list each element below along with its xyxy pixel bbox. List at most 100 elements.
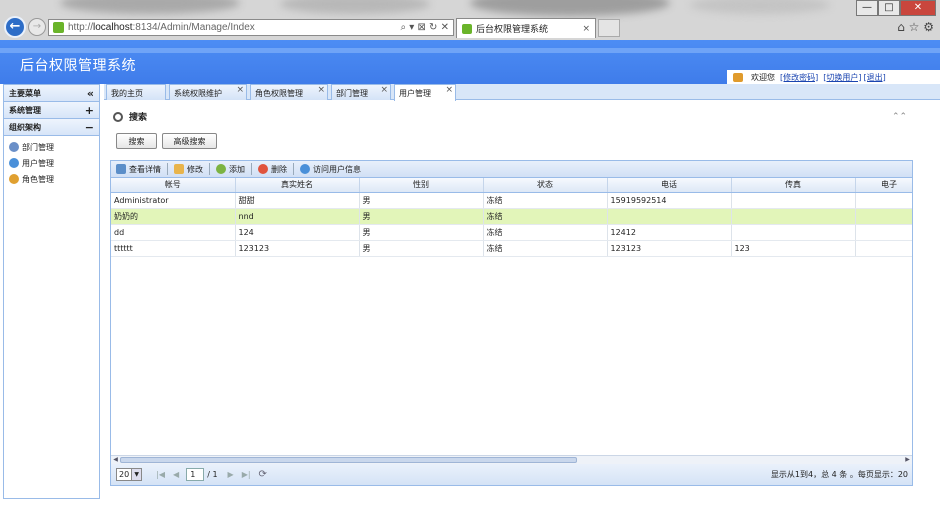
table-cell: 甜甜 bbox=[235, 192, 360, 209]
edit-button[interactable]: 修改 bbox=[174, 164, 203, 175]
scrollbar-thumb[interactable] bbox=[120, 457, 577, 463]
collapse-sidebar-icon[interactable]: « bbox=[87, 87, 94, 100]
table-cell: 男 bbox=[359, 224, 484, 241]
advanced-search-button[interactable]: 高级搜索 bbox=[162, 133, 217, 149]
logout-link[interactable]: [退出] bbox=[864, 72, 886, 83]
tab-label: 我的主页 bbox=[111, 89, 143, 98]
welcome-text: 欢迎您 bbox=[751, 72, 775, 82]
tab-close-icon[interactable]: × bbox=[380, 85, 388, 95]
column-header[interactable]: 传真 bbox=[731, 178, 856, 193]
view-details-button[interactable]: 查看详情 bbox=[116, 164, 161, 175]
toolbar-label: 查看详情 bbox=[129, 164, 161, 174]
browser-tools[interactable]: ⌂ ☆ ⚙ bbox=[897, 20, 934, 34]
last-page-icon[interactable]: ▶| bbox=[242, 470, 251, 479]
app-title: 后台权限管理系统 bbox=[20, 58, 136, 74]
table-cell: Administrator bbox=[111, 192, 236, 209]
tab-home[interactable]: 我的主页 bbox=[106, 84, 166, 100]
data-table: 帐号 真实姓名 性别 状态 电话 传真 电子 Administrator 甜甜男冻… bbox=[111, 178, 912, 257]
page-size-value: 20 bbox=[119, 470, 130, 479]
page-size-select[interactable]: 20 ▼ bbox=[116, 468, 143, 481]
sidebar-item-departments[interactable]: 部门管理 bbox=[4, 139, 99, 155]
sidebar-item-label: 角色管理 bbox=[22, 174, 54, 184]
column-header[interactable]: 性别 bbox=[359, 178, 484, 193]
table-cell: nnd bbox=[235, 208, 360, 225]
table-cell: 15919592514 bbox=[607, 192, 732, 209]
horizontal-scrollbar[interactable]: ◀ ▶ bbox=[111, 455, 912, 464]
add-icon bbox=[216, 164, 226, 174]
column-header[interactable]: 电话 bbox=[607, 178, 732, 193]
tab-departments[interactable]: 部门管理 × bbox=[331, 84, 391, 100]
tab-close-icon[interactable]: × bbox=[445, 85, 453, 95]
sidebar-title: 主要菜单 bbox=[9, 88, 41, 98]
role-icon bbox=[9, 174, 19, 184]
table-cell: 冻结 bbox=[483, 192, 608, 209]
table-header-row: 帐号 真实姓名 性别 状态 电话 传真 电子 bbox=[111, 178, 912, 193]
favicon-icon bbox=[53, 22, 64, 33]
sidebar-section-label: 组织架构 bbox=[9, 122, 41, 132]
tab-close-icon[interactable]: × bbox=[236, 85, 244, 95]
add-button[interactable]: 添加 bbox=[216, 164, 245, 175]
table-row[interactable]: tttttt 123123 男冻结 123123 123 bbox=[111, 240, 912, 257]
switch-user-link[interactable]: [切换用户] bbox=[823, 72, 861, 83]
column-header[interactable]: 真实姓名 bbox=[235, 178, 360, 193]
tab-close-icon[interactable]: × bbox=[582, 24, 590, 34]
forward-arrow-icon[interactable]: → bbox=[28, 18, 46, 36]
scroll-left-icon[interactable]: ◀ bbox=[111, 456, 120, 464]
address-bar[interactable]: http://localhost:8134/Admin/Manage/Index… bbox=[48, 19, 454, 36]
table-cell: tttttt bbox=[111, 240, 236, 257]
column-header[interactable]: 帐号 bbox=[111, 178, 236, 193]
welcome-bar: 欢迎您 [修改密码] [切换用户] [退出] bbox=[727, 70, 940, 84]
collapse-search-icon[interactable]: ⌃⌃ bbox=[892, 112, 907, 122]
table-cell: 冻结 bbox=[483, 224, 608, 241]
table-row[interactable]: dd 124 男冻结 12412 bbox=[111, 224, 912, 241]
search-icon bbox=[113, 111, 123, 122]
url-text: http://localhost:8134/Admin/Manage/Index bbox=[68, 22, 255, 33]
sidebar-section-org[interactable]: 组织架构 − bbox=[4, 119, 99, 136]
department-icon bbox=[9, 142, 19, 152]
table-cell bbox=[855, 192, 912, 209]
search-panel-title: 搜索 bbox=[113, 110, 147, 123]
close-window-button[interactable]: ✕ bbox=[900, 0, 936, 16]
change-password-link[interactable]: [修改密码] bbox=[780, 72, 818, 83]
next-page-icon[interactable]: ▶ bbox=[228, 470, 234, 479]
table-cell: 冻结 bbox=[483, 208, 608, 225]
toolbar-label: 访问用户信息 bbox=[313, 164, 361, 174]
tab-label: 系统权限维护 bbox=[174, 89, 222, 98]
refresh-icon[interactable]: ⟳ bbox=[259, 469, 267, 480]
favicon-icon bbox=[462, 23, 472, 34]
table-cell: 124 bbox=[235, 224, 360, 241]
column-header[interactable]: 状态 bbox=[483, 178, 608, 193]
table-cell: 123123 bbox=[607, 240, 732, 257]
page-number-input[interactable]: 1 bbox=[186, 468, 205, 481]
tab-close-icon[interactable]: × bbox=[317, 85, 325, 95]
user-info-button[interactable]: 访问用户信息 bbox=[300, 164, 361, 175]
address-controls[interactable]: ⌕ ▾ ⊠ ↻ ✕ bbox=[401, 22, 453, 33]
view-details-icon bbox=[116, 164, 126, 174]
delete-button[interactable]: 删除 bbox=[258, 164, 287, 175]
first-page-icon[interactable]: |◀ bbox=[156, 470, 165, 479]
browser-tab[interactable]: 后台权限管理系统 × bbox=[456, 18, 596, 38]
sidebar-item-label: 用户管理 bbox=[22, 158, 54, 168]
toolbar-label: 删除 bbox=[271, 164, 287, 174]
table-row-selected[interactable]: 奶奶的 nnd 男冻结 bbox=[111, 208, 912, 225]
table-cell bbox=[731, 192, 856, 209]
minimize-button[interactable]: — bbox=[856, 0, 878, 16]
column-header[interactable]: 电子 bbox=[855, 178, 912, 193]
maximize-button[interactable]: □ bbox=[878, 0, 900, 16]
tab-users[interactable]: 用户管理 × bbox=[394, 84, 456, 101]
tab-system-permissions[interactable]: 系统权限维护 × bbox=[169, 84, 247, 100]
collapse-icon[interactable]: − bbox=[85, 121, 94, 134]
table-cell: 男 bbox=[359, 208, 484, 225]
expand-icon[interactable]: + bbox=[85, 104, 94, 117]
sidebar-item-users[interactable]: 用户管理 bbox=[4, 155, 99, 171]
tab-role-permissions[interactable]: 角色权限管理 × bbox=[250, 84, 328, 100]
table-row[interactable]: Administrator 甜甜男冻结 15919592514 bbox=[111, 192, 912, 209]
prev-page-icon[interactable]: ◀ bbox=[173, 470, 179, 479]
scroll-right-icon[interactable]: ▶ bbox=[903, 456, 912, 464]
back-arrow-icon[interactable]: ← bbox=[4, 16, 26, 38]
search-button[interactable]: 搜索 bbox=[116, 133, 157, 149]
new-tab-button[interactable] bbox=[598, 19, 620, 37]
sidebar-section-system[interactable]: 系统管理 + bbox=[4, 102, 99, 119]
sidebar-item-roles[interactable]: 角色管理 bbox=[4, 171, 99, 187]
table-cell bbox=[855, 240, 912, 257]
